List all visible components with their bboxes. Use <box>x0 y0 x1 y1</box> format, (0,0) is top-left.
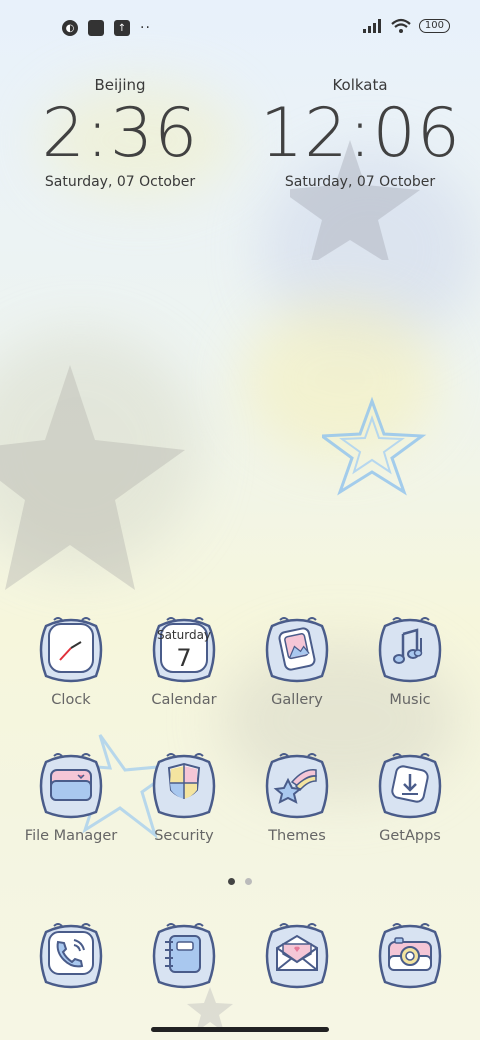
dock-notes[interactable] <box>129 918 239 992</box>
clock-icon <box>39 617 103 683</box>
vpn-icon: ◐ <box>62 20 78 36</box>
app-label: Calendar <box>151 692 217 708</box>
wallpaper-star <box>0 365 185 590</box>
app-label: Gallery <box>271 692 323 708</box>
page-dot-active[interactable] <box>228 878 235 885</box>
calendar-day-name: Saturday <box>157 628 211 642</box>
time-display: 2:36 <box>41 94 199 173</box>
app-clock[interactable]: Clock <box>16 612 126 708</box>
clock-widget-kolkata[interactable]: Kolkata 12:06 Saturday, 07 October <box>260 76 460 190</box>
upload-icon: ↑ <box>114 20 130 36</box>
app-label: Themes <box>268 828 326 844</box>
notebook-icon <box>152 923 216 989</box>
star-icon <box>265 753 329 819</box>
dock-phone[interactable] <box>16 918 126 992</box>
city-name: Beijing <box>94 76 146 94</box>
app-getapps[interactable]: GetApps <box>355 748 465 844</box>
music-icon <box>378 617 442 683</box>
status-bar: ◐ ↑ ·· 100 <box>0 14 480 42</box>
clock-widget-beijing[interactable]: Beijing 2:36 Saturday, 07 October <box>20 76 220 190</box>
date-display: Saturday, 07 October <box>44 174 196 190</box>
camera-icon <box>378 923 442 989</box>
page-indicator[interactable] <box>228 878 252 885</box>
dock-messages[interactable] <box>242 918 352 992</box>
app-label: File Manager <box>24 828 118 844</box>
app-themes[interactable]: Themes <box>242 748 352 844</box>
page-dot[interactable] <box>245 878 252 885</box>
app-calendar[interactable]: Saturday 7 Calendar <box>129 612 239 708</box>
app-label: Music <box>389 692 431 708</box>
app-security[interactable]: Security <box>129 748 239 844</box>
calendar-day-number: 7 <box>176 644 191 672</box>
app-music[interactable]: Music <box>355 612 465 708</box>
app-label: GetApps <box>379 828 441 844</box>
battery-icon: 100 <box>418 19 450 33</box>
wifi-icon <box>391 18 411 33</box>
calendar-icon: Saturday 7 <box>152 617 216 683</box>
download-icon <box>378 753 442 819</box>
folder-icon <box>39 753 103 819</box>
date-display: Saturday, 07 October <box>284 174 436 190</box>
city-name: Kolkata <box>332 76 388 94</box>
square-icon <box>88 20 104 36</box>
shield-icon <box>152 753 216 819</box>
home-indicator[interactable] <box>151 1027 329 1032</box>
more-notifications-icon: ·· <box>140 20 151 36</box>
app-file-manager[interactable]: File Manager <box>16 748 126 844</box>
envelope-icon <box>265 923 329 989</box>
app-label: Clock <box>51 692 91 708</box>
phone-icon <box>39 923 103 989</box>
app-gallery[interactable]: Gallery <box>242 612 352 708</box>
time-display: 12:06 <box>260 94 461 173</box>
app-label: Security <box>154 828 214 844</box>
dock-camera[interactable] <box>355 918 465 992</box>
wallpaper-star-outline <box>322 396 427 496</box>
gallery-icon <box>265 617 329 683</box>
signal-icon <box>362 19 381 33</box>
